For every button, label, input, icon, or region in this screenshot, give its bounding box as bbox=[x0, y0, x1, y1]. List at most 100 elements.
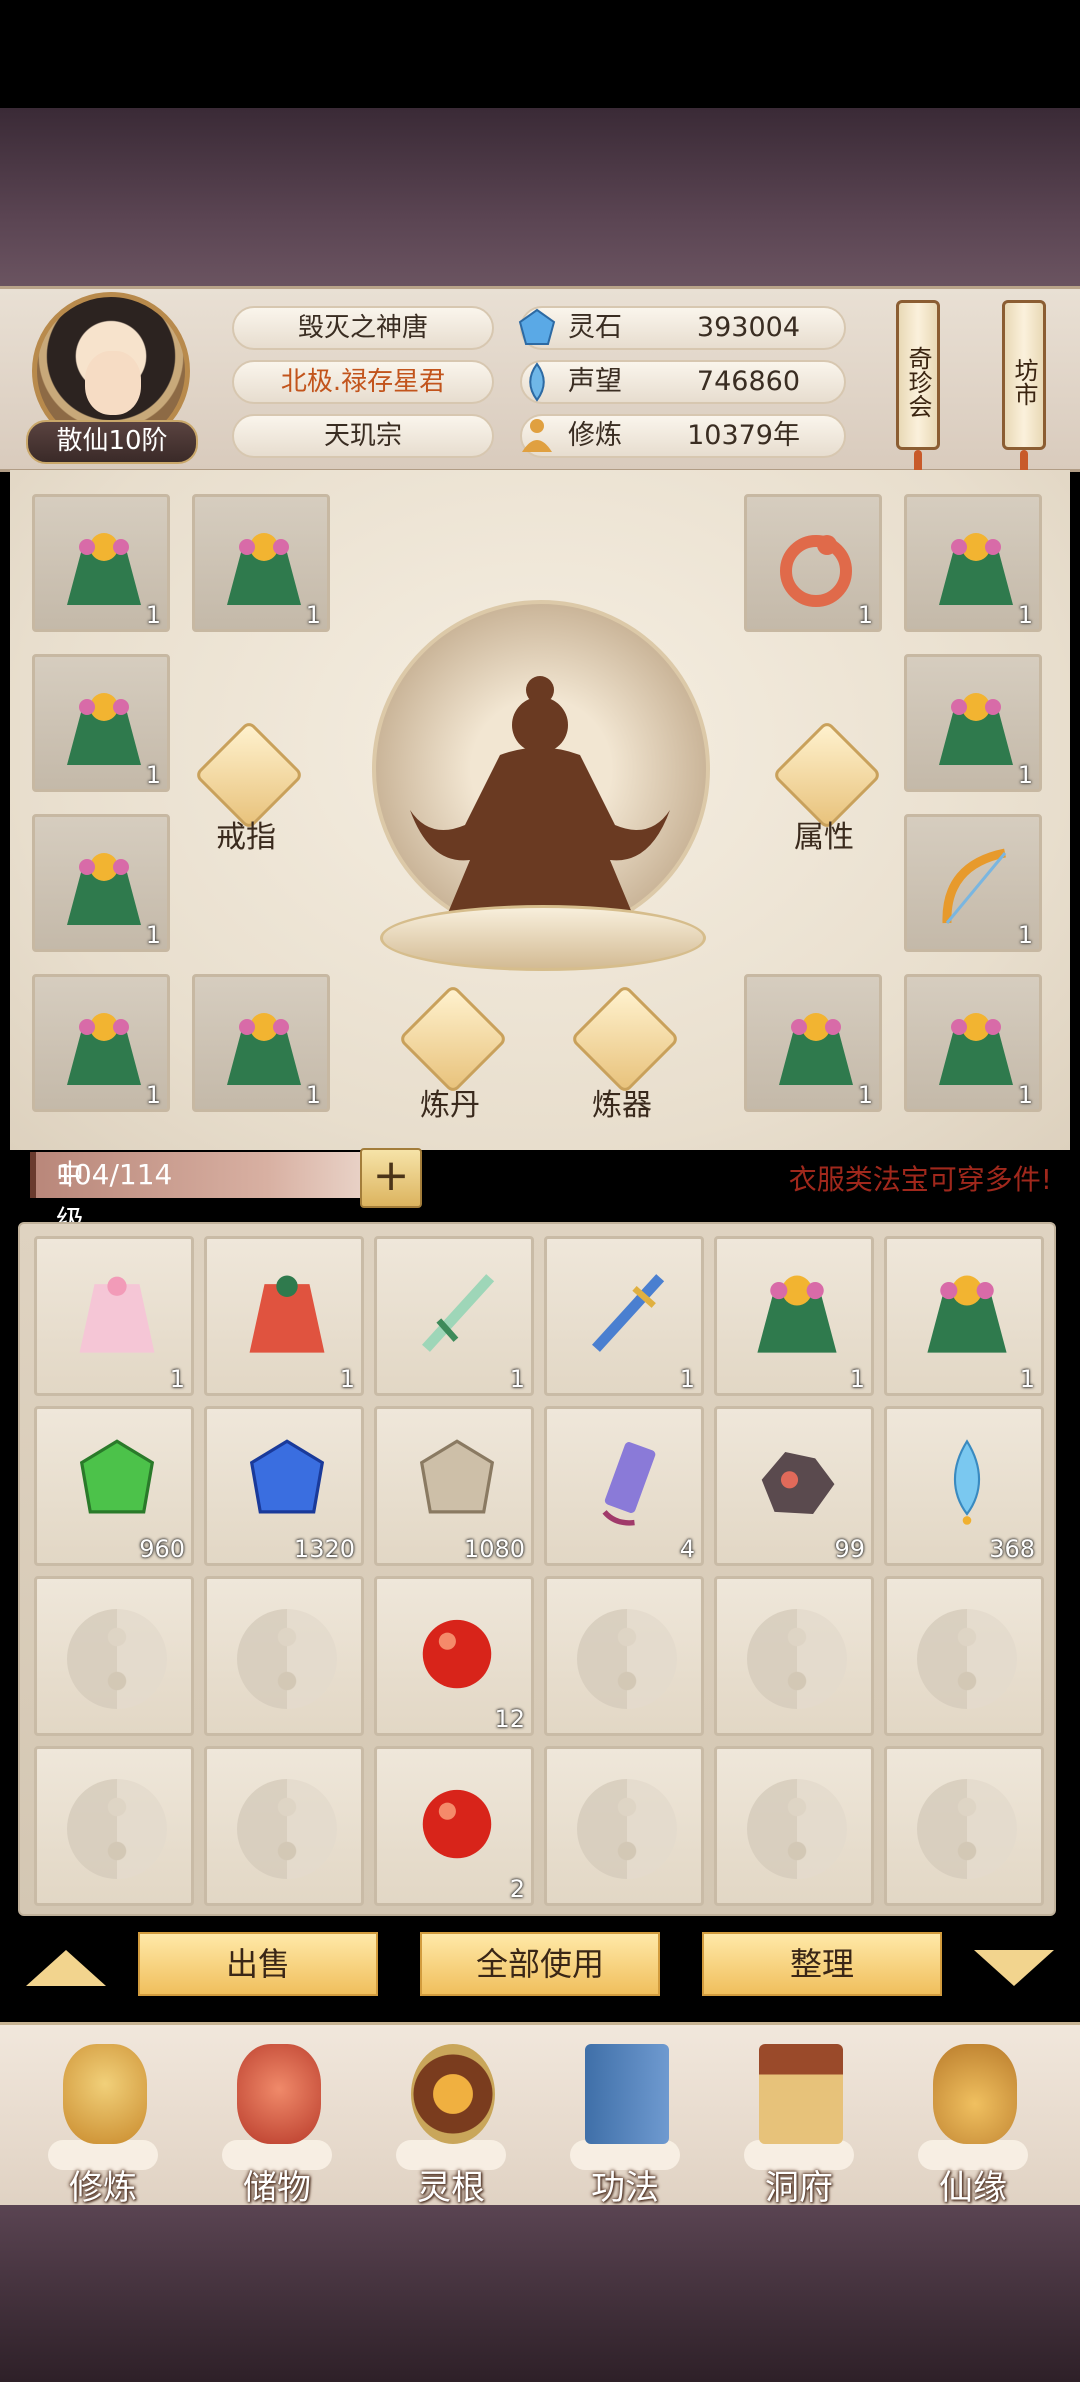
equip-slot-right-5[interactable]: 1 bbox=[744, 974, 882, 1112]
inventory-slot[interactable] bbox=[544, 1746, 704, 1906]
inventory-slot[interactable]: 1 bbox=[374, 1236, 534, 1396]
item-count: 1 bbox=[169, 1365, 185, 1393]
inventory-slot[interactable] bbox=[884, 1746, 1044, 1906]
player-title[interactable]: 北极.禄存星君 bbox=[232, 360, 494, 404]
nav-skills[interactable]: 功法 bbox=[550, 2030, 700, 2208]
empty-slot-taiji-icon bbox=[917, 1779, 1017, 1879]
treasure-fair-button[interactable]: 奇珍会 bbox=[896, 300, 940, 450]
nav-storage[interactable]: 储物 bbox=[202, 2030, 352, 2208]
green-robe-icon bbox=[927, 1275, 1007, 1353]
inventory-slot[interactable]: 1320 bbox=[204, 1406, 364, 1566]
inventory-slot[interactable]: 1 bbox=[204, 1236, 364, 1396]
spirit-root-icon bbox=[411, 2044, 495, 2144]
rank-badge: 散仙10阶 bbox=[26, 420, 198, 464]
inventory-slot[interactable]: 99 bbox=[714, 1406, 874, 1566]
sell-button[interactable]: 出售 bbox=[138, 1932, 378, 1996]
item-count: 4 bbox=[679, 1535, 695, 1563]
equip-slot-right-1[interactable]: 1 bbox=[744, 494, 882, 632]
equip-slot-left-6[interactable]: 1 bbox=[192, 974, 330, 1112]
nav-cave[interactable]: 洞府 bbox=[724, 2030, 874, 2208]
talisman-banner-icon bbox=[602, 1442, 656, 1526]
inventory-slot[interactable]: 2 bbox=[374, 1746, 534, 1906]
nav-spirit-root[interactable]: 灵根 bbox=[376, 2030, 526, 2208]
meditating-silhouette bbox=[410, 676, 670, 920]
green-robe-icon bbox=[779, 1013, 853, 1085]
empty-slot-taiji-icon bbox=[237, 1609, 337, 1709]
green-robe-icon bbox=[757, 1275, 837, 1353]
storage-bag-icon bbox=[237, 2044, 321, 2144]
scroll-up-icon[interactable] bbox=[26, 1950, 106, 1986]
item-count: 1 bbox=[509, 1365, 525, 1393]
item-count: 960 bbox=[139, 1535, 185, 1563]
blue-sword-icon bbox=[592, 1274, 665, 1352]
inventory-slot[interactable] bbox=[884, 1576, 1044, 1736]
silver-gem-icon bbox=[419, 1439, 495, 1514]
top-banner bbox=[0, 108, 1080, 288]
inventory-slot[interactable] bbox=[204, 1576, 364, 1736]
nav-cultivation[interactable]: 修炼 bbox=[28, 2030, 178, 2208]
ring-label: 戒指 bbox=[216, 820, 276, 855]
skill-book-icon bbox=[585, 2044, 669, 2144]
nav-immortal-fate[interactable]: 仙缘 bbox=[898, 2030, 1048, 2208]
green-robe-icon bbox=[67, 693, 141, 765]
bow-icon bbox=[942, 848, 1007, 924]
green-robe-icon bbox=[227, 1013, 301, 1085]
expand-storage-button[interactable]: + bbox=[360, 1148, 422, 1208]
inventory-slot[interactable]: 12 bbox=[374, 1576, 534, 1736]
equip-slot-left-5[interactable]: 1 bbox=[32, 974, 170, 1112]
inventory-slot[interactable]: 960 bbox=[34, 1406, 194, 1566]
cave-dwelling-icon bbox=[759, 2044, 843, 2144]
equip-slot-left-4[interactable]: 1 bbox=[32, 814, 170, 952]
ore-chunk-icon bbox=[761, 1451, 835, 1515]
blue-crystal-icon bbox=[953, 1439, 981, 1525]
equip-slot-left-3[interactable]: 1 bbox=[32, 654, 170, 792]
item-count: 368 bbox=[989, 1535, 1035, 1563]
empty-slot-taiji-icon bbox=[67, 1779, 167, 1879]
inventory-slot[interactable]: 368 bbox=[884, 1406, 1044, 1566]
green-robe-icon bbox=[939, 693, 1013, 765]
empty-slot-taiji-icon bbox=[917, 1609, 1017, 1709]
equip-slot-left-1[interactable]: 1 bbox=[32, 494, 170, 632]
storage-bracelet-bar: 中级储物手镯 104/114 bbox=[30, 1152, 366, 1421]
market-button[interactable]: 坊市 bbox=[1002, 300, 1046, 450]
equip-slot-right-2[interactable]: 1 bbox=[904, 494, 1042, 632]
spirit-stone-icon bbox=[518, 308, 556, 345]
use-all-button[interactable]: 全部使用 bbox=[420, 1932, 660, 1996]
inventory-slot[interactable]: 1 bbox=[714, 1236, 874, 1396]
red-pill-icon bbox=[422, 1789, 492, 1859]
equip-slot-right-4[interactable]: 1 bbox=[904, 814, 1042, 952]
dragon-ring-icon bbox=[780, 535, 852, 607]
equip-slot-right-6[interactable]: 1 bbox=[904, 974, 1042, 1112]
scroll-down-icon[interactable] bbox=[974, 1950, 1054, 1986]
blue-gem-icon bbox=[249, 1439, 325, 1514]
inventory-slot[interactable] bbox=[204, 1746, 364, 1906]
item-count: 2 bbox=[509, 1875, 525, 1903]
red-pill-icon bbox=[422, 1619, 492, 1689]
inventory-slot[interactable]: 1080 bbox=[374, 1406, 534, 1566]
inventory-slot[interactable] bbox=[544, 1576, 704, 1736]
green-robe-icon bbox=[939, 1013, 1013, 1085]
inventory-slot[interactable]: 1 bbox=[544, 1236, 704, 1396]
empty-slot-taiji-icon bbox=[577, 1779, 677, 1879]
cultivation-icon bbox=[63, 2044, 147, 2144]
empty-slot-taiji-icon bbox=[747, 1609, 847, 1709]
inventory-slot[interactable]: 1 bbox=[884, 1236, 1044, 1396]
inventory-slot[interactable]: 4 bbox=[544, 1406, 704, 1566]
item-count: 99 bbox=[834, 1535, 865, 1563]
green-robe-icon bbox=[67, 853, 141, 925]
item-count: 1320 bbox=[293, 1535, 355, 1563]
inventory-slot[interactable] bbox=[714, 1746, 874, 1906]
player-sect: 天玑宗 bbox=[232, 414, 494, 458]
inventory-slot[interactable]: 1 bbox=[34, 1236, 194, 1396]
equip-slot-right-3[interactable]: 1 bbox=[904, 654, 1042, 792]
status-bar bbox=[0, 0, 1080, 108]
green-gem-icon bbox=[79, 1439, 155, 1514]
empty-slot-taiji-icon bbox=[747, 1779, 847, 1879]
bottom-banner bbox=[0, 2205, 1080, 2382]
inventory-slot[interactable] bbox=[714, 1576, 874, 1736]
sort-button[interactable]: 整理 bbox=[702, 1932, 942, 1996]
equip-slot-left-2[interactable]: 1 bbox=[192, 494, 330, 632]
inventory-slot[interactable] bbox=[34, 1746, 194, 1906]
inventory-slot[interactable] bbox=[34, 1576, 194, 1736]
item-count: 1 bbox=[679, 1365, 695, 1393]
